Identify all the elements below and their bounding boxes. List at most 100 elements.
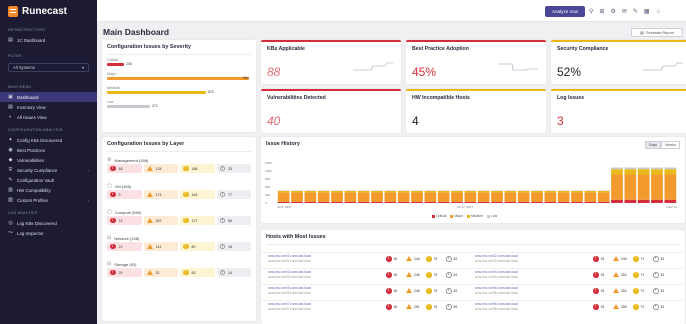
count-pill[interactable]: ! 5 xyxy=(107,190,142,199)
history-bar[interactable] xyxy=(544,190,557,191)
history-bar[interactable] xyxy=(451,190,463,191)
history-bar[interactable] xyxy=(477,201,490,203)
layer-item[interactable]: ⊟ Network (248)! 22 141! 80 i 18 xyxy=(102,232,256,253)
host-count[interactable]: ! 36 xyxy=(386,304,397,310)
history-bar[interactable] xyxy=(424,191,437,193)
history-bar[interactable] xyxy=(411,192,423,202)
history-bar[interactable] xyxy=(597,190,610,191)
history-bar[interactable] xyxy=(331,191,343,193)
history-bar[interactable] xyxy=(397,191,410,193)
history-bar[interactable] xyxy=(371,191,383,193)
layer-item[interactable]: ⚙ Management (398)! 48 134! 188 i 33 xyxy=(102,154,256,175)
history-bar[interactable] xyxy=(517,191,530,193)
history-bar[interactable] xyxy=(637,167,650,170)
history-bar[interactable] xyxy=(317,190,330,191)
count-pill[interactable]: ! 22 xyxy=(107,242,142,251)
layer-item[interactable]: ⊟ Storage (63)! 29 32! 83 i 14 xyxy=(102,258,256,279)
analyze-now-button[interactable]: Analyze now xyxy=(545,6,585,17)
history-bar[interactable] xyxy=(317,191,330,193)
history-bar[interactable] xyxy=(517,201,530,203)
kpi-card[interactable]: Vulnerabilities Detected 40 xyxy=(261,89,401,133)
history-bar[interactable] xyxy=(557,190,570,191)
history-bar[interactable] xyxy=(531,201,543,203)
history-bar[interactable] xyxy=(384,192,397,202)
history-bar[interactable] xyxy=(451,201,463,203)
host-count[interactable]: ! 71 xyxy=(633,256,644,262)
history-bar[interactable] xyxy=(571,191,583,193)
history-bar[interactable] xyxy=(357,192,370,202)
kpi-card[interactable]: Log Issues 3 xyxy=(551,89,686,133)
history-bar[interactable] xyxy=(277,201,290,203)
history-bar[interactable] xyxy=(437,190,450,191)
history-bar[interactable] xyxy=(357,190,370,191)
kpi-card[interactable]: Best Practice Adoption 45% xyxy=(406,40,546,84)
history-bar[interactable] xyxy=(557,192,570,202)
history-bar[interactable] xyxy=(411,201,423,203)
host-row[interactable]: ams-esx-vm05.runecast.local ams-esx-vm05.… xyxy=(261,284,685,297)
history-bar[interactable] xyxy=(557,191,570,193)
history-bar[interactable] xyxy=(504,192,517,202)
history-bar[interactable] xyxy=(291,192,303,202)
count-pill[interactable]: i 77 xyxy=(216,190,251,199)
history-bar[interactable] xyxy=(384,190,397,191)
sidebar-item[interactable]: ◎ Log KBs Discovered xyxy=(0,218,97,228)
sidebar-item[interactable]: ✎ Configuration Vault xyxy=(0,175,97,185)
history-bar[interactable] xyxy=(544,192,557,202)
history-bar[interactable] xyxy=(277,190,290,191)
host-count[interactable]: 255 xyxy=(613,304,627,309)
history-bar[interactable] xyxy=(571,190,583,191)
history-bar[interactable] xyxy=(331,190,343,191)
history-bar[interactable] xyxy=(651,169,663,175)
history-bar[interactable] xyxy=(504,190,517,191)
host-count[interactable]: ! 15 xyxy=(593,256,604,262)
host-count[interactable]: i 52 xyxy=(446,256,457,262)
history-bar[interactable] xyxy=(664,174,677,200)
tab-weeks[interactable]: Weeks xyxy=(661,141,680,149)
count-pill[interactable]: ! 80 xyxy=(180,242,215,251)
host-count[interactable]: ! 75 xyxy=(426,256,437,262)
history-bar[interactable] xyxy=(371,190,383,191)
history-bar[interactable] xyxy=(277,192,290,202)
history-bar[interactable] xyxy=(371,192,383,202)
history-bar[interactable] xyxy=(344,190,357,191)
history-bar[interactable] xyxy=(504,191,517,193)
host-count[interactable]: 144 xyxy=(406,256,420,261)
host-row[interactable]: ams-esx-vm01.runecast.local ams-esx-vm01.… xyxy=(261,252,685,265)
host-count[interactable]: ! 72 xyxy=(633,288,644,294)
history-bar[interactable] xyxy=(584,191,597,193)
history-bar[interactable] xyxy=(611,199,623,203)
history-bar[interactable] xyxy=(491,201,503,203)
host-count[interactable]: ! 35 xyxy=(386,256,397,262)
filter-select[interactable]: All Systems ▾ xyxy=(8,63,89,72)
history-bar[interactable] xyxy=(571,201,583,203)
history-bar[interactable] xyxy=(664,199,677,203)
host-name[interactable]: ams-esx-vm07.runecast.local xyxy=(268,302,311,306)
host-count[interactable]: ! 71 xyxy=(633,272,644,278)
host-count[interactable]: 246 xyxy=(406,272,420,277)
history-bar[interactable] xyxy=(504,201,517,203)
history-bar[interactable] xyxy=(637,174,650,200)
history-bar[interactable] xyxy=(344,191,357,193)
history-bar[interactable] xyxy=(384,201,397,203)
kpi-card[interactable]: KBs Applicable 88 xyxy=(261,40,401,84)
sidebar-item[interactable]: ▧ Custom Profiles › xyxy=(0,195,97,205)
history-bar[interactable] xyxy=(291,191,303,193)
history-bar[interactable] xyxy=(584,192,597,202)
history-bar[interactable] xyxy=(611,174,623,200)
history-bar[interactable] xyxy=(397,190,410,191)
host-count[interactable]: i 64 xyxy=(446,272,457,278)
grid-icon[interactable]: ⊞ xyxy=(599,9,604,15)
history-bar[interactable] xyxy=(637,199,650,203)
history-bar[interactable] xyxy=(371,201,383,203)
history-bar[interactable] xyxy=(424,190,437,191)
history-bar[interactable] xyxy=(397,192,410,202)
history-bar[interactable] xyxy=(464,201,477,203)
count-pill[interactable]: ! 74 xyxy=(107,216,142,225)
host-count[interactable]: i 69 xyxy=(446,304,457,310)
history-bar[interactable] xyxy=(491,190,503,191)
history-bar[interactable] xyxy=(437,191,450,193)
history-bar[interactable] xyxy=(424,192,437,202)
count-pill[interactable]: ! 117 xyxy=(180,216,215,225)
history-bar[interactable] xyxy=(331,192,343,202)
sidebar-item[interactable]: ▤ Inventory View xyxy=(0,102,97,112)
